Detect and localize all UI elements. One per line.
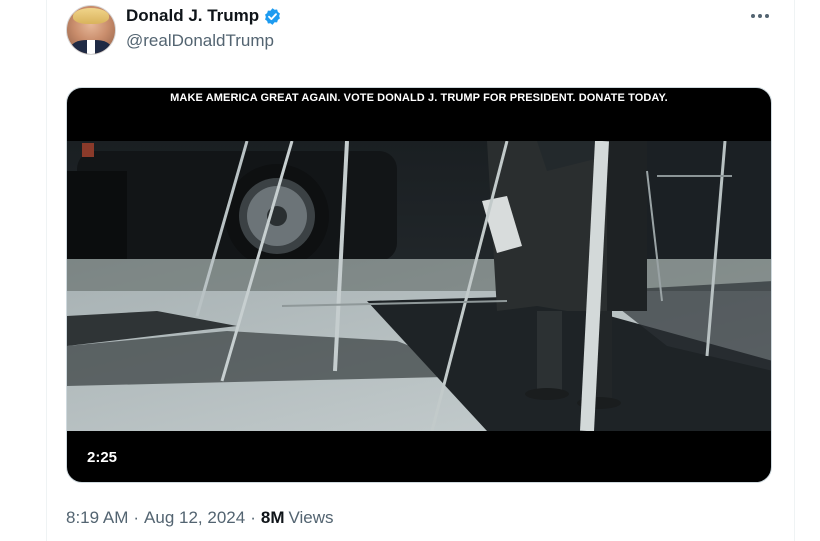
meta-separator: · [133, 508, 140, 527]
tweet-date[interactable]: Aug 12, 2024 [144, 508, 245, 528]
author-handle[interactable]: @realDonaldTrump [126, 31, 274, 51]
avatar[interactable] [66, 5, 116, 55]
video-duration: 2:25 [87, 449, 118, 466]
views-count[interactable]: 8M [261, 508, 285, 528]
author-display-name[interactable]: Donald J. Trump [126, 6, 259, 26]
video-caption: MAKE AMERICA GREAT AGAIN. VOTE DONALD J.… [170, 92, 668, 104]
meta-separator: · [250, 508, 256, 527]
tweet-metadata: 8:19 AM · Aug 12, 2024 · 8M Views [66, 508, 334, 528]
avatar-shirt [87, 40, 95, 54]
avatar-hair [73, 8, 109, 24]
tweet: Donald J. Trump @realDonaldTrump MAKE AM… [47, 0, 794, 541]
views-label[interactable]: Views [289, 508, 334, 528]
timeline-border-right [794, 0, 795, 541]
video-frame [67, 141, 771, 431]
author-name-row[interactable]: Donald J. Trump [126, 6, 282, 26]
more-options-icon[interactable] [745, 4, 775, 28]
tweet-time[interactable]: 8:19 AM [66, 508, 128, 528]
verified-badge-icon[interactable] [263, 7, 282, 26]
video-player[interactable]: MAKE AMERICA GREAT AGAIN. VOTE DONALD J.… [66, 87, 772, 483]
